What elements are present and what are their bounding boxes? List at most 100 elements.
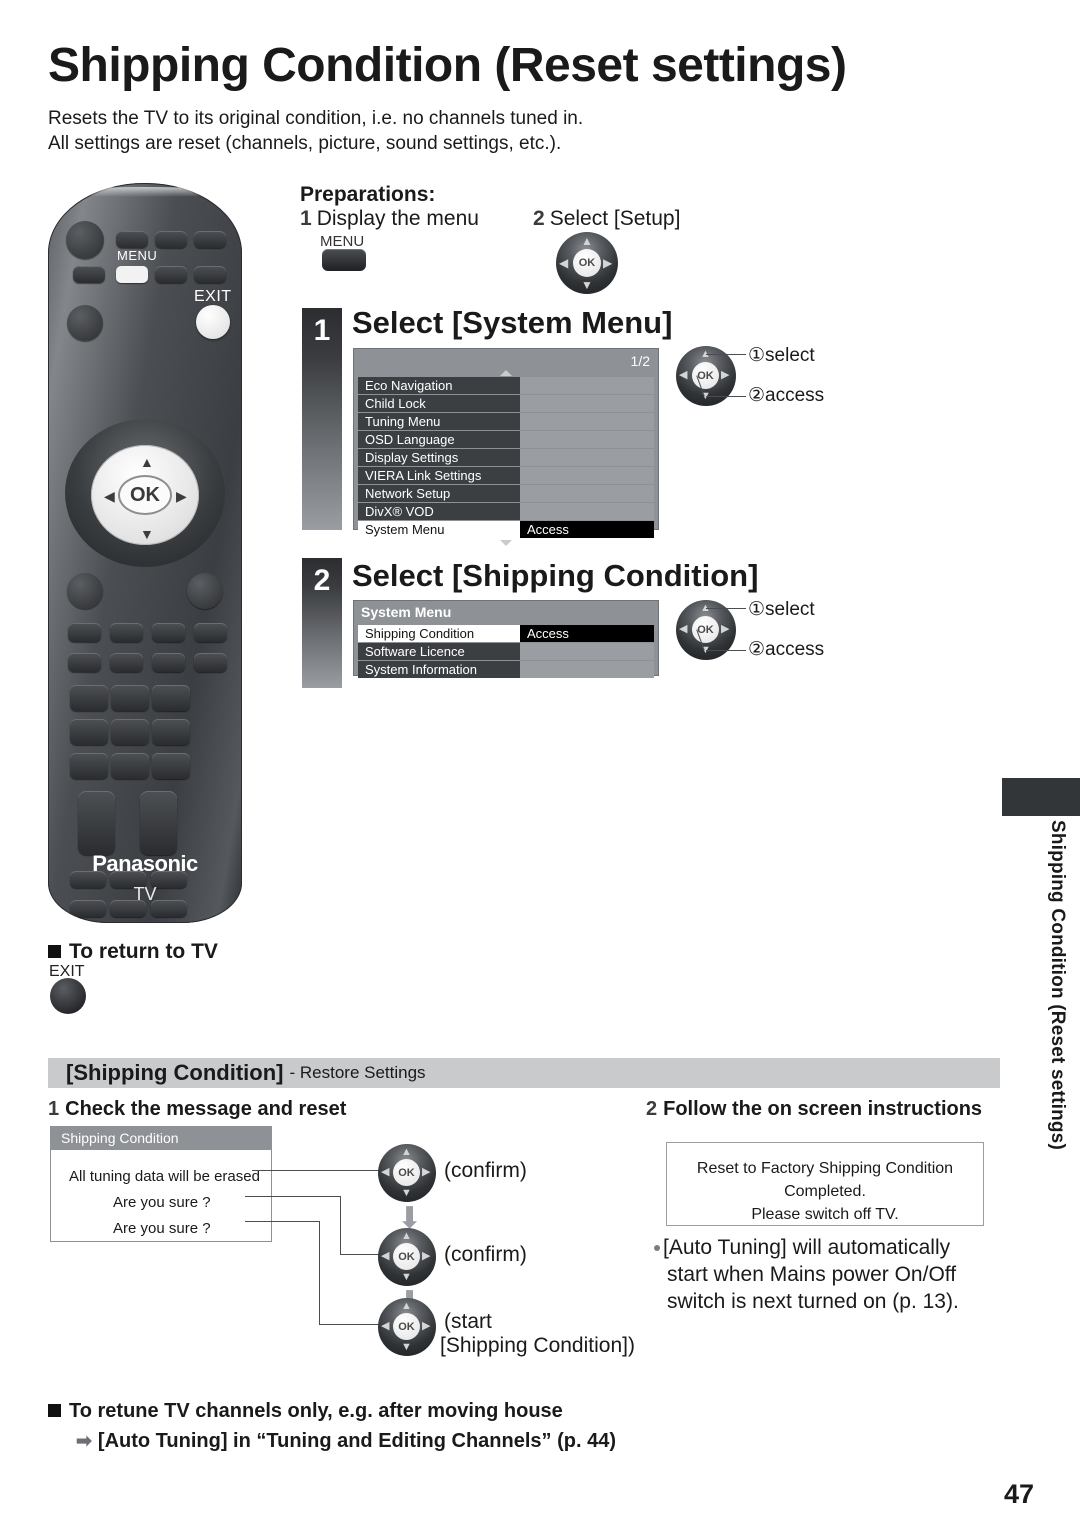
tv-menu-row[interactable]: Network Setup bbox=[358, 485, 654, 502]
remote-exit-button bbox=[196, 305, 230, 339]
cursor-down-icon: ▼ bbox=[581, 278, 593, 292]
shipping-condition-dialog: Shipping Condition All tuning data will … bbox=[50, 1126, 272, 1242]
remote-button bbox=[152, 623, 185, 642]
bottom-caption-3-line-1: (start bbox=[444, 1310, 492, 1333]
tv-menu-row-value bbox=[520, 661, 654, 678]
step-1-heading: Select [System Menu] bbox=[352, 305, 673, 340]
remote-power-button bbox=[66, 221, 104, 259]
step-2-hint-select: ①select bbox=[748, 599, 815, 620]
step-2-heading: Select [Shipping Condition] bbox=[352, 558, 759, 593]
remote-button bbox=[152, 753, 190, 779]
step-2-hint-leader-2 bbox=[706, 650, 746, 651]
remote-button bbox=[194, 266, 226, 283]
preparations-step-2-text: Select [Setup] bbox=[549, 207, 681, 230]
remote-up-arrow-icon: ▲ bbox=[140, 454, 154, 470]
dialog-body: All tuning data will be erased Are you s… bbox=[51, 1150, 271, 1254]
preparations-heading: Preparations: bbox=[300, 183, 436, 206]
remote-channel-rocker bbox=[140, 791, 177, 855]
leader-line-3b bbox=[319, 1221, 320, 1324]
page-title: Shipping Condition (Reset settings) bbox=[48, 39, 847, 92]
tv-menu-row-selected[interactable]: Shipping Condition Access bbox=[358, 625, 654, 642]
preparations-cursor-pad-icon: OK ▲ ▼ ◀ ▶ bbox=[556, 232, 618, 294]
cursor-right-icon: ▶ bbox=[721, 623, 730, 635]
footer-note-1: To retune TV channels only, e.g. after m… bbox=[48, 1400, 563, 1423]
side-tab-marker bbox=[1002, 778, 1080, 816]
tv-menu-row-label: System Menu bbox=[358, 521, 520, 538]
step-2-hint-leader-1 bbox=[706, 608, 746, 609]
step-1-hint-leader-2 bbox=[706, 396, 746, 397]
remote-button bbox=[194, 653, 227, 672]
remote-button bbox=[111, 719, 149, 745]
cursor-right-icon: ▶ bbox=[422, 1166, 431, 1178]
bullet-square-icon bbox=[48, 945, 61, 958]
remote-exit-label: EXIT bbox=[194, 288, 232, 305]
leader-line-2b bbox=[340, 1196, 341, 1254]
auto-tuning-note-line-2: start when Mains power On/Off bbox=[667, 1263, 957, 1286]
section-bar-subtitle: - Restore Settings bbox=[289, 1063, 426, 1082]
bullet-square-icon bbox=[48, 1404, 61, 1417]
bottom-caption-1: (confirm) bbox=[444, 1159, 527, 1182]
bottom-caption-3-line-2: [Shipping Condition]) bbox=[440, 1334, 635, 1357]
remote-brand-subtitle: TV bbox=[133, 884, 157, 904]
tv-menu-row-value: Access bbox=[520, 521, 654, 538]
tv-menu-row[interactable]: Tuning Menu bbox=[358, 413, 654, 430]
tv-menu-row[interactable]: Child Lock bbox=[358, 395, 654, 412]
step-1-cursor-pad-icon: OK ▲ ▼ ◀ ▶ bbox=[676, 346, 736, 406]
remote-button bbox=[111, 753, 149, 779]
remote-button bbox=[73, 266, 105, 283]
bottom-right-number: 2 bbox=[646, 1098, 658, 1120]
tv-menu-row-value bbox=[520, 467, 654, 484]
bottom-cursor-pad-2-icon: OK ▲ ▼ ◀ ▶ bbox=[378, 1228, 436, 1286]
cursor-left-icon: ◀ bbox=[381, 1250, 390, 1262]
cursor-down-icon: ▼ bbox=[401, 1271, 412, 1283]
tv-menu-row-label: Shipping Condition bbox=[358, 625, 520, 642]
auto-tuning-note-text-1: [Auto Tuning] will automatically bbox=[663, 1236, 951, 1259]
remote-button bbox=[194, 623, 227, 642]
tv-menu-row-label: Tuning Menu bbox=[358, 413, 520, 430]
remote-button bbox=[187, 573, 223, 609]
side-tab-label: Shipping Condition (Reset settings) bbox=[1047, 820, 1068, 1150]
tv-menu-row-selected[interactable]: System Menu Access bbox=[358, 521, 654, 538]
bottom-cursor-pad-1-icon: OK ▲ ▼ ◀ ▶ bbox=[378, 1144, 436, 1202]
cursor-left-icon: ◀ bbox=[381, 1166, 390, 1178]
tv-menu-row-value bbox=[520, 503, 654, 520]
cursor-pad-ok: OK bbox=[393, 1313, 420, 1340]
tv-menu-row[interactable]: System Information bbox=[358, 661, 654, 678]
message-line-1: Reset to Factory Shipping Condition bbox=[696, 1160, 954, 1177]
cursor-right-icon: ▶ bbox=[721, 369, 730, 381]
remote-button bbox=[116, 231, 148, 248]
cursor-pad-ok: OK bbox=[393, 1243, 420, 1270]
preparations-step-2-number: 2 bbox=[533, 207, 545, 230]
intro-line-2: All settings are reset (channels, pictur… bbox=[48, 133, 562, 154]
section-bar: [Shipping Condition] - Restore Settings bbox=[48, 1058, 1000, 1088]
dialog-line-2: Are you sure ? bbox=[113, 1194, 211, 1211]
cursor-up-icon: ▲ bbox=[401, 1230, 412, 1242]
tv-menu-row[interactable]: Display Settings bbox=[358, 449, 654, 466]
leader-line-3c bbox=[319, 1324, 379, 1325]
tv-menu-row-label: OSD Language bbox=[358, 431, 520, 448]
auto-tuning-note-line-1: [Auto Tuning] will automatically bbox=[654, 1234, 959, 1261]
bottom-left-number: 1 bbox=[48, 1098, 60, 1120]
step-1-hint-select: ①select bbox=[748, 345, 815, 366]
tv-menu-row[interactable]: VIERA Link Settings bbox=[358, 467, 654, 484]
bottom-left-heading-text: Check the message and reset bbox=[65, 1098, 347, 1120]
tv-menu-screen-title: System Menu bbox=[354, 601, 658, 623]
leader-line-1 bbox=[252, 1170, 379, 1171]
tv-menu-row[interactable]: OSD Language bbox=[358, 431, 654, 448]
tv-menu-row-value bbox=[520, 377, 654, 394]
remote-right-arrow-icon: ▶ bbox=[176, 488, 187, 504]
intro-line-1: Resets the TV to its original condition,… bbox=[48, 108, 584, 129]
preparations-menu-key-icon bbox=[322, 249, 366, 271]
step-2-cursor-pad-icon: OK ▲ ▼ ◀ ▶ bbox=[676, 600, 736, 660]
tv-menu-row[interactable]: DivX® VOD bbox=[358, 503, 654, 520]
tv-menu-row[interactable]: Software Licence bbox=[358, 643, 654, 660]
step-1-hint-leader-1 bbox=[706, 354, 746, 355]
tv-menu-row[interactable]: Eco Navigation bbox=[358, 377, 654, 394]
step-1-tv-menu-screen: 1/2 Eco Navigation Child Lock Tuning Men… bbox=[353, 348, 659, 546]
remote-button bbox=[70, 753, 108, 779]
dialog-line-3: Are you sure ? bbox=[113, 1220, 211, 1237]
leader-line-2c bbox=[340, 1254, 379, 1255]
step-2-tv-menu-screen: System Menu Shipping Condition Access So… bbox=[353, 600, 659, 678]
tv-menu-page-indicator: 1/2 bbox=[630, 353, 650, 369]
on-screen-message-box: Reset to Factory Shipping Condition Comp… bbox=[666, 1142, 984, 1226]
